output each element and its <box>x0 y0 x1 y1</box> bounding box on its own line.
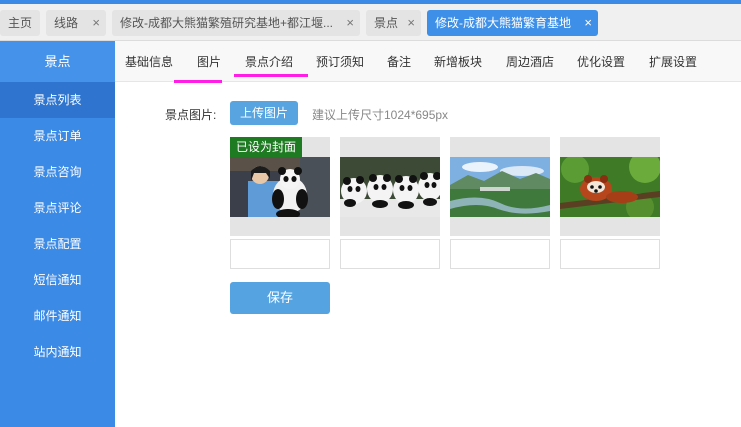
close-icon[interactable]: × <box>584 10 592 36</box>
tab-bar: 主页 线路 × 修改-成都大熊猫繁殖研究基地+都江堰... × 景点 × 修改-… <box>0 4 741 41</box>
subtab-seo-settings[interactable]: 优化设置 <box>577 41 625 82</box>
sidebar-item-site-notice[interactable]: 站内通知 <box>0 334 115 370</box>
cover-badge: 已设为封面 <box>230 137 303 157</box>
close-icon[interactable]: × <box>346 10 354 36</box>
photo-red-panda <box>560 157 660 217</box>
sidebar-title: 景点 <box>0 41 115 82</box>
tab-label: 景点 <box>374 16 399 30</box>
sidebar: 景点 景点列表 景点订单 景点咨询 景点评论 景点配置 短信通知 邮件通知 站内… <box>0 41 115 427</box>
section-tabs: 基础信息 图片 景点介绍 预订须知 备注 新增板块 周边酒店 优化设置 扩展设置 <box>115 41 741 82</box>
photo-card[interactable] <box>560 137 660 236</box>
close-icon[interactable]: × <box>407 10 415 36</box>
photo-keeper-panda <box>230 157 330 217</box>
subtab-extension-settings[interactable]: 扩展设置 <box>649 41 697 82</box>
sidebar-item-sms-notice[interactable]: 短信通知 <box>0 262 115 298</box>
tab-home[interactable]: 主页 <box>0 10 40 36</box>
tab-routes[interactable]: 线路 × <box>46 10 106 36</box>
upload-size-hint: 建议上传尺寸1024*695px <box>312 108 449 122</box>
caption-input[interactable] <box>560 239 660 269</box>
caption-input[interactable] <box>340 239 440 269</box>
tab-label: 线路 <box>54 16 79 30</box>
subtab-booking-notes[interactable]: 预订须知 <box>316 41 364 82</box>
upload-image-button[interactable]: 上传图片 <box>230 101 298 125</box>
subtab-basic-info[interactable]: 基础信息 <box>125 41 173 82</box>
image-field-label: 景点图片: <box>165 108 217 122</box>
photo-mountain-river <box>450 157 550 217</box>
save-button[interactable]: 保存 <box>230 282 330 314</box>
tab-edit-research-base[interactable]: 修改-成都大熊猫繁殖研究基地+都江堰... × <box>112 10 360 36</box>
highlight-underline <box>174 80 222 83</box>
sidebar-item-attraction-reviews[interactable]: 景点评论 <box>0 190 115 226</box>
tab-label: 主页 <box>8 16 33 30</box>
subtab-nearby-hotels[interactable]: 周边酒店 <box>506 41 554 82</box>
tab-edit-breeding-base[interactable]: 修改-成都大熊猫繁育基地 × <box>427 10 598 36</box>
highlight-underline <box>234 74 308 77</box>
photo-card[interactable] <box>340 137 440 236</box>
tab-label: 修改-成都大熊猫繁殖研究基地+都江堰... <box>120 16 334 30</box>
tab-label: 修改-成都大熊猫繁育基地 <box>435 16 571 30</box>
caption-input[interactable] <box>450 239 550 269</box>
sidebar-item-attraction-config[interactable]: 景点配置 <box>0 226 115 262</box>
sidebar-item-email-notice[interactable]: 邮件通知 <box>0 298 115 334</box>
sidebar-item-attraction-inquiries[interactable]: 景点咨询 <box>0 154 115 190</box>
tab-attractions[interactable]: 景点 × <box>366 10 421 36</box>
close-icon[interactable]: × <box>92 10 100 36</box>
subtab-new-section[interactable]: 新增板块 <box>434 41 482 82</box>
photo-panda-cubs <box>340 157 440 217</box>
sidebar-item-attraction-list[interactable]: 景点列表 <box>0 82 115 118</box>
photo-card[interactable] <box>450 137 550 236</box>
photo-card[interactable]: 已设为封面 <box>230 137 330 236</box>
subtab-remarks[interactable]: 备注 <box>387 41 411 82</box>
sidebar-item-attraction-orders[interactable]: 景点订单 <box>0 118 115 154</box>
caption-input[interactable] <box>230 239 330 269</box>
subtab-images[interactable]: 图片 <box>197 41 221 82</box>
